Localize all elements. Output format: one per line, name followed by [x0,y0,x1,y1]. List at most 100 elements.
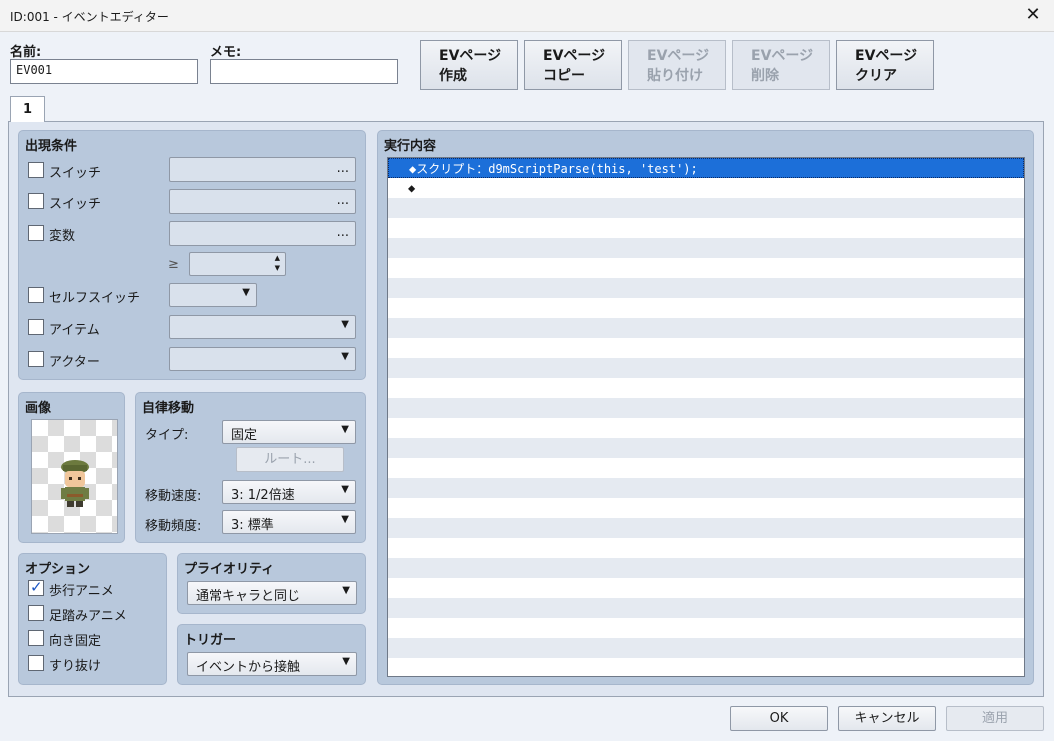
switch2-label: スイッチ [49,197,102,212]
route-button[interactable]: ルート... [236,447,344,472]
switch1-picker[interactable]: ... [169,157,356,182]
item-select[interactable]: ▼ [169,315,356,339]
ge-symbol: ≥ [168,257,179,272]
button-line2: クリア [855,68,897,84]
move-speed-label: 移動速度: [145,489,202,504]
switch2-picker[interactable]: ... [169,189,356,214]
name-label: 名前: [10,45,42,60]
chevron-down-icon: ▼ [341,514,349,525]
list-row [388,318,1024,338]
list-row [388,378,1024,398]
list-row [388,298,1024,318]
variable-picker[interactable]: ... [169,221,356,246]
variable-checkbox[interactable] [28,225,44,241]
move-frequency-value: 3: 標準 [231,518,274,533]
through-label: すり抜け [49,659,102,674]
chevron-down-icon: ▼ [341,484,349,495]
window-title: ID:001 - イベントエディター [10,10,169,24]
soldier-sprite-icon [61,460,89,507]
list-row [388,418,1024,438]
variable-label: 変数 [49,229,76,244]
variable-value-spinner[interactable]: ▲ ▼ [189,252,286,276]
command-line-empty[interactable]: ◆ [388,178,1024,198]
list-row [388,198,1024,218]
actor-label: アクター [49,355,100,370]
list-row [388,538,1024,558]
list-row [388,278,1024,298]
tab-page-1[interactable]: 1 [10,96,45,122]
character-image-preview[interactable] [31,419,118,534]
actor-select[interactable]: ▼ [169,347,356,371]
list-row [388,358,1024,378]
list-row [388,458,1024,478]
trigger-value: イベントから接触 [196,660,301,675]
through-checkbox[interactable] [28,655,44,671]
event-command-list[interactable]: ◆スクリプト：d9mScriptParse(this, 'test'); ◆ [387,157,1025,677]
ev-page-paste-button[interactable]: EVページ 貼り付け [628,40,726,90]
title-bar: ID:001 - イベントエディター ✕ [0,0,1054,32]
ellipsis-icon: ... [336,193,349,208]
chevron-down-icon: ▼ [342,585,350,596]
walking-anim-checkbox[interactable] [28,578,44,596]
image-group: 画像 [18,392,125,543]
close-icon[interactable]: ✕ [1022,4,1044,26]
spin-up-icon[interactable]: ▲ [275,253,280,263]
move-speed-select[interactable]: 3: 1/2倍速 ▼ [222,480,356,504]
list-row [388,398,1024,418]
list-row [388,258,1024,278]
apply-button[interactable]: 適用 [946,706,1044,731]
self-switch-select[interactable]: ▼ [169,283,257,307]
list-row [388,518,1024,538]
move-speed-value: 3: 1/2倍速 [231,488,295,503]
move-type-select[interactable]: 固定 ▼ [222,420,356,444]
ev-page-copy-button[interactable]: EVページ コピー [524,40,622,90]
priority-group: プライオリティ 通常キャラと同じ ▼ [177,553,366,614]
memo-input[interactable] [210,59,398,84]
memo-label: メモ: [210,45,242,60]
button-line2: 貼り付け [647,68,703,84]
list-row [388,638,1024,658]
command-line-script[interactable]: ◆スクリプト：d9mScriptParse(this, 'test'); [388,158,1024,178]
ok-button[interactable]: OK [730,706,828,731]
name-input[interactable]: EV001 [10,59,198,84]
list-row [388,438,1024,458]
list-row [388,578,1024,598]
list-row [388,558,1024,578]
ev-page-create-button[interactable]: EVページ 作成 [420,40,518,90]
self-switch-checkbox[interactable] [28,287,44,303]
priority-title: プライオリティ [184,562,275,577]
options-title: オプション [25,562,91,577]
button-line1: EVページ [647,48,710,64]
cancel-button[interactable]: キャンセル [838,706,936,731]
direction-fix-checkbox[interactable] [28,630,44,646]
stepping-anim-label: 足踏みアニメ [49,609,127,624]
button-line1: EVページ [855,48,918,64]
list-row [388,618,1024,638]
chevron-down-icon: ▼ [342,656,350,667]
list-row [388,338,1024,358]
actor-checkbox[interactable] [28,351,44,367]
ev-page-delete-button[interactable]: EVページ 削除 [732,40,830,90]
switch2-checkbox[interactable] [28,193,44,209]
ev-page-clear-button[interactable]: EVページ クリア [836,40,934,90]
trigger-select[interactable]: イベントから接触 ▼ [187,652,357,676]
list-row [388,238,1024,258]
switch1-label: スイッチ [49,166,102,181]
move-frequency-select[interactable]: 3: 標準 ▼ [222,510,356,534]
chevron-down-icon: ▼ [341,351,349,362]
switch1-checkbox[interactable] [28,162,44,178]
stepping-anim-checkbox[interactable] [28,605,44,621]
button-line2: コピー [543,68,585,84]
list-row [388,478,1024,498]
priority-value: 通常キャラと同じ [196,589,301,604]
trigger-title: トリガー [184,633,237,648]
move-type-label: タイプ: [145,428,189,443]
item-checkbox[interactable] [28,319,44,335]
list-row [388,498,1024,518]
image-title: 画像 [25,401,52,416]
priority-select[interactable]: 通常キャラと同じ ▼ [187,581,357,605]
list-row [388,218,1024,238]
list-row [388,658,1024,676]
self-switch-label: セルフスイッチ [49,291,141,306]
spin-down-icon[interactable]: ▼ [275,263,280,273]
